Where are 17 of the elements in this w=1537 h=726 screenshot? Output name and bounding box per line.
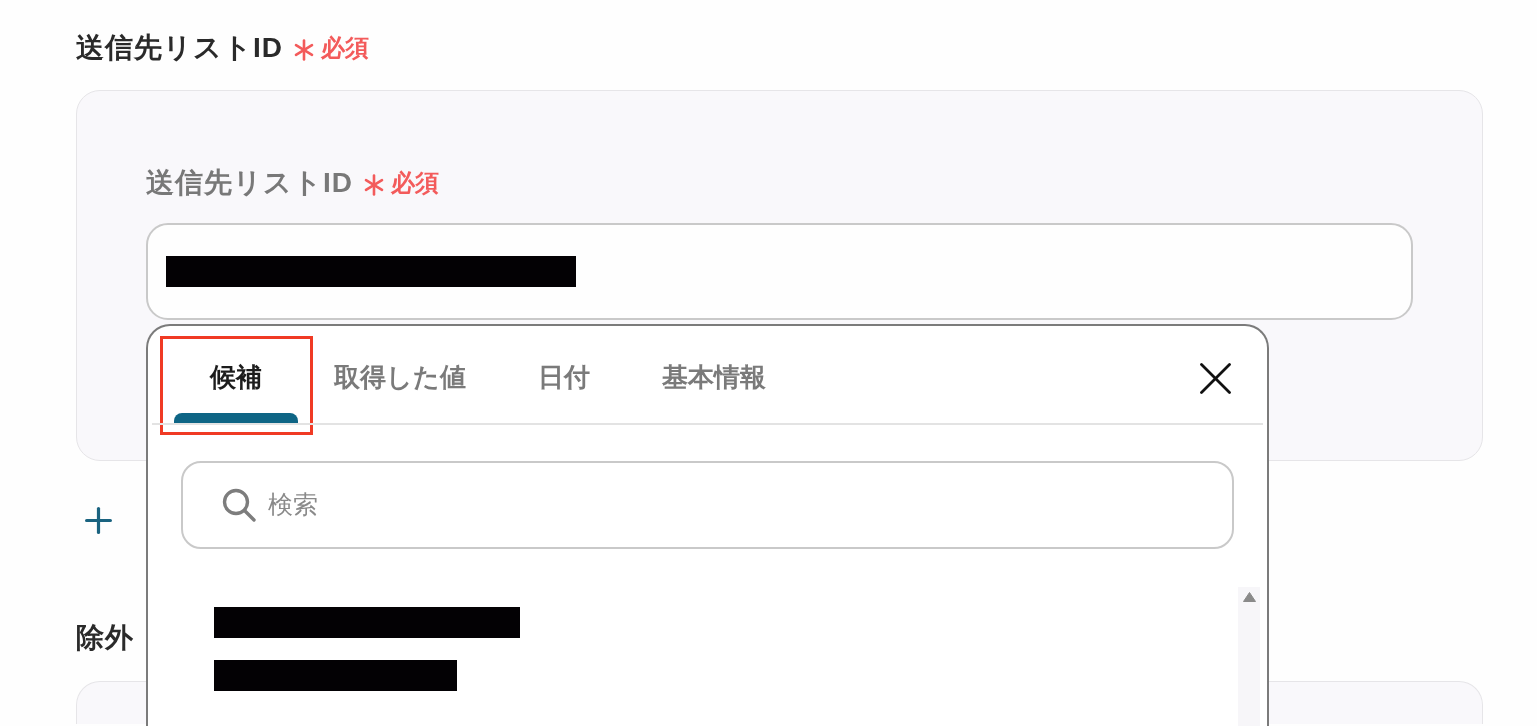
field-title: 送信先リストID — [76, 31, 283, 65]
search-input[interactable]: 検索 — [268, 486, 1232, 524]
search-icon — [222, 488, 256, 522]
plus-icon[interactable] — [85, 506, 112, 534]
tab[interactable]: 基本情報 — [626, 340, 802, 423]
tab[interactable]: 日付 — [502, 340, 626, 423]
input-field[interactable] — [146, 223, 1413, 320]
scroll-up-arrow-icon[interactable] — [1242, 592, 1256, 602]
required-label: 必須 — [391, 168, 439, 198]
scrollbar-track[interactable] — [1238, 587, 1260, 726]
field-title: 除外 — [76, 621, 134, 655]
field-label: 送信先リストID — [146, 166, 353, 200]
tab[interactable]: 取得した値 — [298, 340, 502, 423]
close-icon[interactable] — [1200, 363, 1231, 394]
search-field[interactable]: 検索 — [181, 461, 1234, 549]
tab[interactable]: 候補 — [174, 340, 298, 423]
required-label: 必須 — [321, 33, 369, 63]
